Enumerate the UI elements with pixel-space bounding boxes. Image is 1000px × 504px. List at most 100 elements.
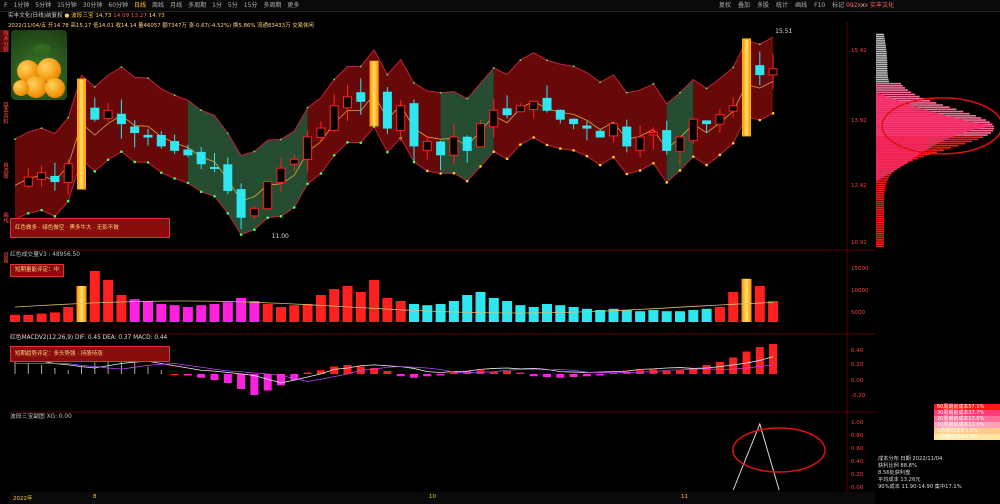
band-dot xyxy=(332,153,336,157)
volume-bar xyxy=(688,310,699,322)
volume-bar xyxy=(89,271,100,322)
band-dot xyxy=(426,169,429,173)
band-dot xyxy=(359,141,363,145)
band-dot xyxy=(638,169,642,172)
period-tab[interactable]: 月线 xyxy=(170,0,182,11)
toolbar-button[interactable]: × xyxy=(860,0,865,11)
toolbar-button[interactable]: - xyxy=(851,0,853,11)
period-tab[interactable]: 多周期 xyxy=(188,0,206,11)
toolbar-button[interactable]: 叠加 xyxy=(738,0,750,11)
macd-title: 红色MACDV2(12,26,9) DIF: 0.45 DEA: 0.37 MA… xyxy=(10,335,168,341)
chip-legend-row: 1周期前成本0.9% xyxy=(934,434,1000,440)
band-dot xyxy=(239,233,243,236)
sidebar-tab-draw[interactable]: 画线 xyxy=(0,212,9,223)
volume-bar xyxy=(701,308,712,322)
band-dot xyxy=(771,112,775,115)
sidebar-tab-settings[interactable]: 设置 xyxy=(0,252,9,263)
candle-body xyxy=(63,163,73,183)
candle-body xyxy=(542,97,552,111)
toolbar-button[interactable]: 画线 xyxy=(795,0,807,11)
sidebar-tab-tech[interactable]: 技术分析 xyxy=(0,30,9,52)
toolbar-button[interactable]: F10 xyxy=(814,0,825,11)
band-dot xyxy=(413,82,415,84)
candle-body xyxy=(130,126,140,134)
period-tab[interactable]: 多周期 xyxy=(263,0,281,11)
band-dot xyxy=(199,190,203,194)
toolbar-button[interactable]: 统计 xyxy=(776,0,788,11)
candle-body xyxy=(648,132,658,136)
left-sidebar: 技术分析 基本资料 自选股 画线 设置 xyxy=(0,22,9,492)
chart-canvas[interactable]: 15.51 11.00 15.42 13.92 12.42 10.92 15000 1000… xyxy=(9,22,875,492)
band-dot xyxy=(718,153,722,157)
macd-bar xyxy=(729,357,738,374)
toolbar-button[interactable]: 复权 xyxy=(719,0,731,11)
band-dot xyxy=(758,118,762,122)
macd-bar xyxy=(210,374,219,380)
period-tab[interactable]: 5分钟 xyxy=(35,0,51,11)
band-dot xyxy=(226,211,230,215)
volume-bar xyxy=(276,307,286,322)
macd-bar xyxy=(223,374,232,383)
macd-bar xyxy=(769,344,778,374)
band-dot xyxy=(67,116,70,119)
band-dot xyxy=(173,177,176,180)
period-tab[interactable]: 30分钟 xyxy=(83,0,103,11)
sidebar-tab-basic[interactable]: 基本资料 xyxy=(0,102,9,124)
sidebar-tab-watch[interactable]: 自选股 xyxy=(0,162,9,179)
period-tabs: F 1分钟 5分钟 15分钟 30分钟 60分钟 日线 周线 月线 多周期 1分 5分 15分 多周期 更多 xyxy=(4,0,305,11)
band-dot xyxy=(40,208,43,212)
period-tab[interactable]: 60分钟 xyxy=(108,0,128,11)
trend-band xyxy=(13,36,775,236)
volume-bar xyxy=(621,310,632,322)
toolbar-button[interactable]: 多股 xyxy=(757,0,769,11)
period-tab[interactable]: 1分钟 xyxy=(13,0,29,11)
candle-body xyxy=(515,105,525,113)
band-dot xyxy=(412,160,416,164)
volume-bar xyxy=(49,312,60,322)
candle-body xyxy=(343,96,352,109)
band-dot xyxy=(319,172,323,175)
macd-bar xyxy=(569,374,578,377)
period-tab[interactable]: 1分 xyxy=(212,0,222,11)
band-dot xyxy=(572,149,575,152)
candle-body xyxy=(436,141,446,156)
band-dot xyxy=(147,77,149,80)
candle-body xyxy=(449,136,459,156)
volume-bar xyxy=(116,295,127,322)
macd-bar xyxy=(197,374,206,378)
volume-bar xyxy=(648,310,659,322)
band-dot xyxy=(731,141,735,145)
price-axis-label: 10.92 xyxy=(851,240,867,246)
candle-body xyxy=(223,164,233,191)
chip-info-row: 平均成本 13.26元 xyxy=(878,477,921,483)
candle-body xyxy=(555,109,565,120)
indicator-name[interactable]: 波段三宝 xyxy=(71,13,93,19)
macd-bar xyxy=(556,374,565,378)
signal-line xyxy=(732,422,780,491)
period-tab[interactable]: 更多 xyxy=(287,0,299,11)
volume-bar xyxy=(355,292,366,322)
period-tab[interactable]: 15分钟 xyxy=(57,0,77,11)
band-dot xyxy=(346,141,349,144)
band-dot xyxy=(479,165,482,168)
band-dot xyxy=(492,67,495,69)
period-tab[interactable]: 15分 xyxy=(244,0,258,11)
volume-bar xyxy=(635,311,646,322)
toolbar-button[interactable]: 标记 xyxy=(832,0,844,11)
period-tab[interactable]: 日线 xyxy=(134,0,146,11)
period-tab[interactable]: 5分 xyxy=(228,0,238,11)
candle-body xyxy=(462,136,472,151)
volume-bar xyxy=(488,298,499,322)
macd-bar xyxy=(383,371,392,374)
signal-axis-label: 0.60 xyxy=(851,446,864,452)
volume-axis-label: 5000 xyxy=(851,310,865,316)
gold-candle xyxy=(77,78,86,190)
period-tab[interactable]: F xyxy=(4,0,7,11)
band-dot xyxy=(279,215,283,218)
band-dot xyxy=(505,157,509,161)
price-axis-label: 12.42 xyxy=(851,183,867,189)
band-dot xyxy=(652,162,655,165)
period-tab[interactable]: 周线 xyxy=(152,0,164,11)
candle-body xyxy=(183,149,193,156)
chip-info-row: 成本分布 日期 2022/11/04 xyxy=(878,456,943,462)
